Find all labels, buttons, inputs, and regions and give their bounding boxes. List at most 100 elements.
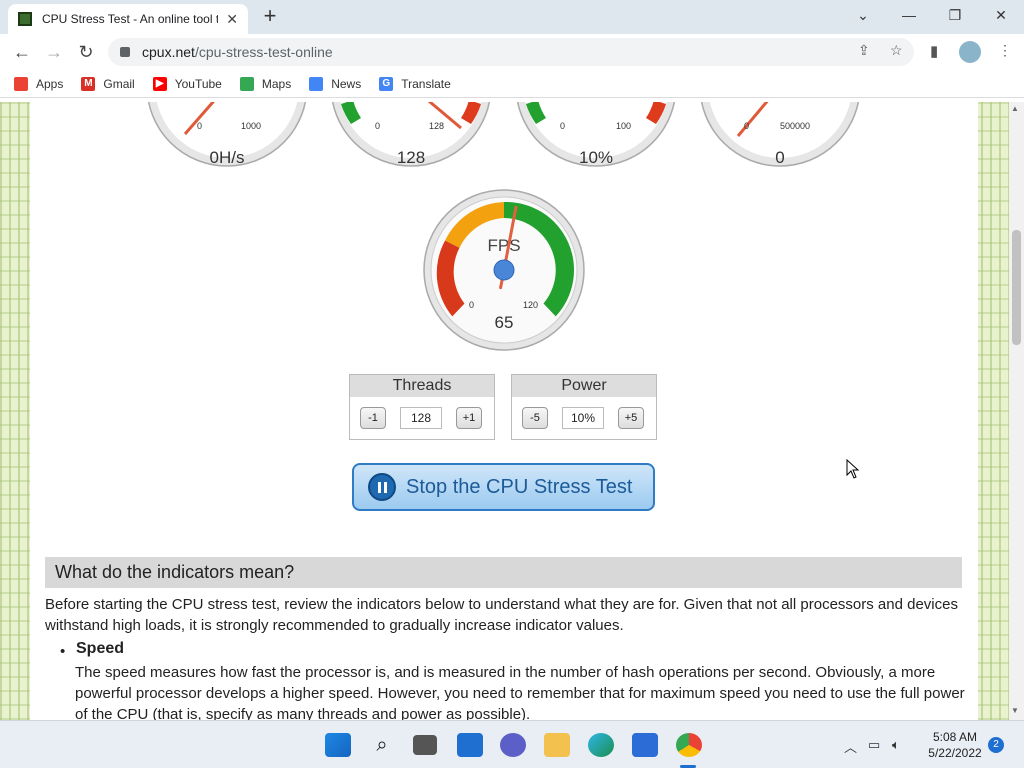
browser-toolbar: ← → ↻ cpux.net/cpu-stress-test-online ⇪ … [0,34,1024,70]
fps-gauge: FPS 0 120 65 [422,188,586,352]
hash-gauge: 0 500000 0 [698,102,862,168]
gauge-hub-icon [493,259,515,281]
windows-start-icon[interactable] [325,733,351,757]
tab-search-button[interactable]: ⌄ [840,4,886,26]
clock-date: 5/22/2022 [928,746,982,760]
browser-tab[interactable]: CPU Stress Test - An online tool t ✕ [8,4,248,34]
fps-min-label: 0 [469,300,474,310]
fps-max-label: 120 [523,300,538,310]
stop-button-label: Stop the CPU Stress Test [406,475,633,498]
gauge-value: 10% [579,148,613,167]
url-domain: cpux.net [142,44,195,60]
gauge-min-label: 0 [560,121,565,131]
fps-value: 65 [495,313,514,332]
power-gauge: 0 100 10% [514,102,678,168]
reload-icon[interactable]: ↻ [74,40,98,64]
sidepanel-icon[interactable]: ▮ [930,42,938,60]
page-content: 0 1000 0H/s 0 128 128 0 100 10% 0 500000… [30,102,978,720]
chrome-icon[interactable] [676,733,702,757]
threads-value: 128 [400,407,442,429]
network-icon[interactable]: ▭ [868,737,880,753]
youtube-icon: ▶ [152,76,167,91]
restore-button[interactable]: ❐ [932,4,978,26]
threads-control: Threads -1 128 +1 [349,374,495,440]
scroll-up-arrow-icon[interactable]: ▲ [1011,104,1019,113]
bullet-marker: • [60,643,66,660]
bookmark-label: Translate [401,76,451,91]
edge-browser-icon[interactable] [588,733,614,757]
volume-icon[interactable]: 🔈︎ [892,737,900,753]
stop-stress-test-button[interactable]: Stop the CPU Stress Test [352,463,655,511]
back-arrow-icon[interactable]: ← [10,40,34,64]
bookmark-label: YouTube [174,76,222,91]
minimize-button[interactable]: — [886,4,932,26]
file-explorer-icon[interactable] [544,733,570,757]
bookmark-star-icon[interactable]: ☆ [890,42,903,59]
tab-title: CPU Stress Test - An online tool t [42,12,219,26]
gauge-min-label: 0 [375,121,380,131]
notification-badge[interactable]: 2 [988,737,1004,753]
gauge-max-label: 100 [616,121,631,131]
speed-heading: Speed [76,640,125,657]
gauge-min-label: 0 [197,121,202,131]
bookmark-gmail[interactable]: M Gmail [81,76,135,91]
cpu-favicon-icon [18,12,32,26]
bookmarks-bar: Apps M Gmail ▶ YouTube Maps News G Translat… [0,70,1024,98]
share-icon[interactable]: ⇪ [858,42,870,59]
news-icon [309,76,324,91]
gauge-value: 128 [397,148,425,167]
teams-chat-icon[interactable] [500,733,526,757]
gauge-value: 0H/s [210,148,245,167]
threads-title: Threads [350,375,494,397]
microsoft-store-icon[interactable] [632,733,658,757]
bookmark-label: Gmail [103,76,135,91]
intro-paragraph: Before starting the CPU stress test, rev… [45,596,958,634]
translate-icon: G [379,76,394,91]
scrollbar-thumb[interactable] [1012,230,1021,345]
address-bar[interactable]: cpux.net/cpu-stress-test-online [108,38,914,66]
bookmark-youtube[interactable]: ▶ YouTube [152,76,222,91]
profile-avatar[interactable] [959,41,981,63]
gauge-value: 0 [775,148,784,167]
power-title: Power [512,375,656,397]
apps-grid-icon [14,76,28,91]
windows-taskbar: ⌕ ︿ ▭ 🔈︎ 5:08 AM 5/22/2022 2 [0,720,1024,768]
power-value: 10% [562,407,604,429]
threads-gauge: 0 128 128 [329,102,493,168]
gmail-icon: M [81,76,96,91]
bookmark-label: Maps [261,76,292,91]
power-control: Power -5 10% +5 [511,374,657,440]
forward-arrow-icon[interactable]: → [42,40,66,64]
tab-close-icon[interactable]: ✕ [226,11,238,28]
new-tab-button[interactable]: + [258,4,282,28]
close-window-button[interactable]: ✕ [978,4,1024,26]
url-path: /cpu-stress-test-online [194,44,333,60]
pause-icon [368,473,396,501]
menu-dots-icon[interactable]: ⋮ [998,42,1012,59]
power-decrease-button[interactable]: -5 [522,407,548,429]
bookmark-label: News [331,76,362,91]
clock-time: 5:08 AM [932,730,978,744]
bookmark-news[interactable]: News [309,76,362,91]
threads-increase-button[interactable]: +1 [456,407,482,429]
threads-decrease-button[interactable]: -1 [360,407,386,429]
bookmark-translate[interactable]: G Translate [379,76,451,91]
gauge-min-label: 0 [744,121,749,131]
bookmark-maps[interactable]: Maps [239,76,292,91]
speed-gauge: 0 1000 0H/s [145,102,309,168]
tab-strip: CPU Stress Test - An online tool t ✕ + ⌄… [0,0,1024,34]
tray-overflow-chevron-icon[interactable]: ︿ [844,737,857,756]
power-increase-button[interactable]: +5 [618,407,644,429]
bookmark-apps[interactable]: Apps [14,76,63,91]
scroll-down-arrow-icon[interactable]: ▼ [1011,706,1019,715]
fps-title: FPS [487,236,520,255]
maps-icon [239,76,254,91]
gauge-max-label: 128 [429,121,444,131]
gauge-max-label: 1000 [241,121,261,131]
search-icon[interactable]: ⌕ [369,733,395,757]
task-view-icon[interactable] [413,735,437,755]
taskbar-clock[interactable]: 5:08 AM 5/22/2022 [920,729,990,761]
section-heading: What do the indicators mean? [45,557,962,588]
widgets-icon[interactable] [457,733,483,757]
page-scrollbar[interactable]: ▲ ▼ [1009,102,1024,720]
